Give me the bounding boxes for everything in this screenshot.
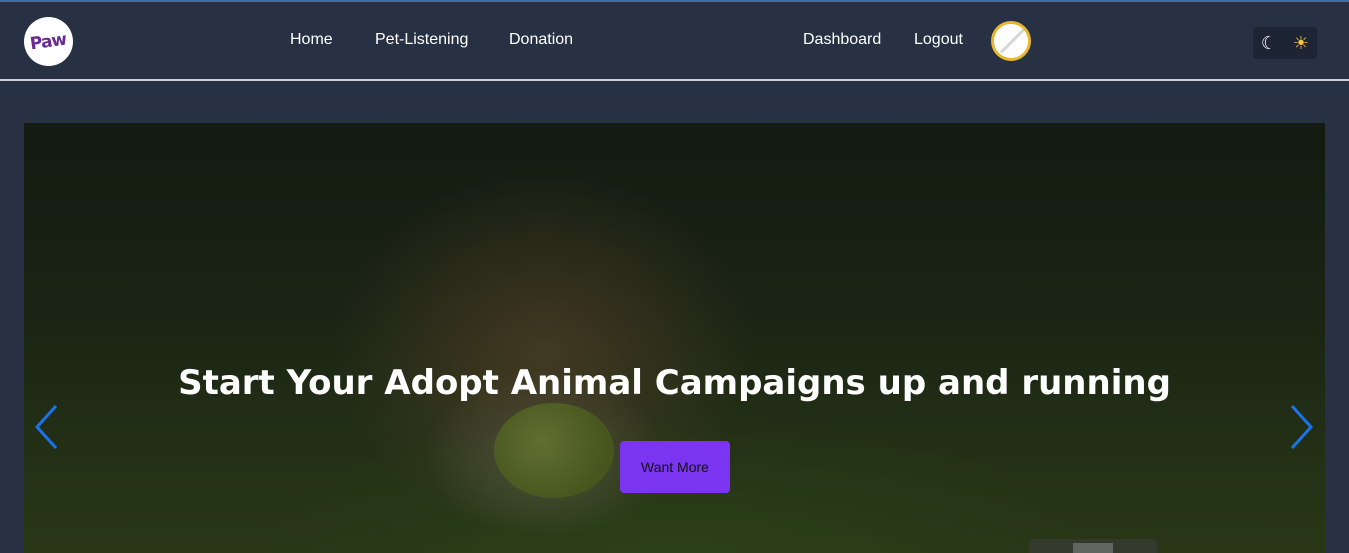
hero-carousel: Start Your Adopt Animal Campaigns up and… xyxy=(24,123,1325,553)
carousel-next-button[interactable] xyxy=(1288,403,1314,451)
hero-title: Start Your Adopt Animal Campaigns up and… xyxy=(178,363,1171,403)
moon-icon[interactable]: ☾ xyxy=(1261,34,1277,52)
carousel-prev-button[interactable] xyxy=(34,403,60,451)
sun-icon[interactable]: ☀ xyxy=(1293,34,1309,52)
nav-logout[interactable]: Logout xyxy=(914,31,963,49)
navbar: Paw Home Pet-Listening Donation Dashboar… xyxy=(0,2,1349,81)
nav-home[interactable]: Home xyxy=(290,31,333,49)
carousel-indicator[interactable] xyxy=(1029,539,1157,553)
brand-logo[interactable]: Paw xyxy=(24,17,73,66)
logo-text: Paw xyxy=(29,29,68,54)
nav-donation[interactable]: Donation xyxy=(509,31,573,49)
user-avatar[interactable] xyxy=(991,21,1031,61)
theme-toggle[interactable]: ☾ ☀ xyxy=(1253,27,1317,59)
chevron-left-icon xyxy=(34,404,58,450)
chevron-right-icon xyxy=(1290,404,1314,450)
nav-pet-listening[interactable]: Pet-Listening xyxy=(375,31,468,49)
want-more-button[interactable]: Want More xyxy=(620,441,730,493)
nav-dashboard[interactable]: Dashboard xyxy=(803,31,881,49)
